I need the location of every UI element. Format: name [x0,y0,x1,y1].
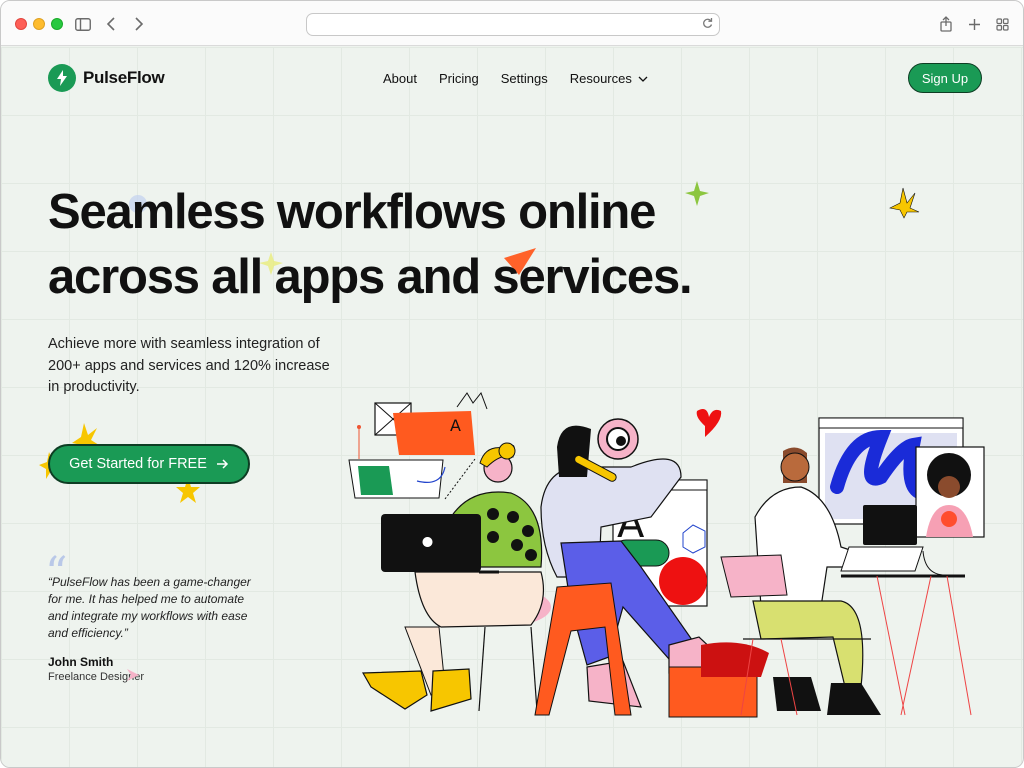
browser-toolbar [1,1,1023,46]
nav-link-about[interactable]: About [383,71,417,86]
person-magnifier-illustration: A [534,409,769,718]
landing-page: A A PulseFlow About Pricing Settings Res… [1,47,1023,767]
hero-headline: Seamless workflows online across all app… [48,180,693,310]
minimize-window-button[interactable] [33,18,45,30]
hero-subtext: Achieve more with seamless integration o… [48,336,330,395]
person-laptop-illustration [361,442,551,712]
testimonial-quote: “PulseFlow has been a game-changer for m… [48,575,251,640]
sign-up-button[interactable]: Sign Up [908,63,982,93]
brand-name: PulseFlow [83,68,165,87]
address-bar[interactable] [306,13,720,36]
hero-headline-line2: across all apps and services. [48,250,693,304]
share-icon[interactable] [935,13,957,35]
pink-arrow-decoration [127,669,139,681]
browser-window: A A PulseFlow About Pricing Settings Res… [0,0,1024,768]
nav-link-pricing[interactable]: Pricing [439,71,479,86]
svg-text:A: A [450,416,461,435]
reload-icon[interactable] [702,17,713,32]
tab-overview-icon[interactable] [991,13,1013,35]
person-desk-illustration [720,417,985,716]
forward-icon[interactable] [128,13,150,35]
nav-link-settings[interactable]: Settings [501,71,548,86]
hero-headline-line1: Seamless workflows online [48,185,656,239]
back-icon[interactable] [100,13,122,35]
chevron-down-icon [638,76,648,82]
close-window-button[interactable] [15,18,27,30]
main-nav: About Pricing Settings Resources [383,71,648,86]
hero-illustration: A A [39,181,985,718]
lightning-icon [48,64,76,92]
nav-link-resources[interactable]: Resources [570,71,648,86]
testimonial-author: John Smith [48,655,114,669]
arrow-right-icon [216,459,228,469]
sidebar-icon[interactable] [72,13,94,35]
svg-text:A: A [617,501,645,547]
get-started-label: Get Started for FREE [69,456,207,472]
nav-link-resources-label: Resources [569,71,632,86]
get-started-button[interactable]: Get Started for FREE [48,444,250,484]
document-cards-decoration: A [348,392,488,500]
brand-logo[interactable]: PulseFlow [48,64,165,92]
new-tab-icon[interactable] [963,13,985,35]
zoom-window-button[interactable] [51,18,63,30]
